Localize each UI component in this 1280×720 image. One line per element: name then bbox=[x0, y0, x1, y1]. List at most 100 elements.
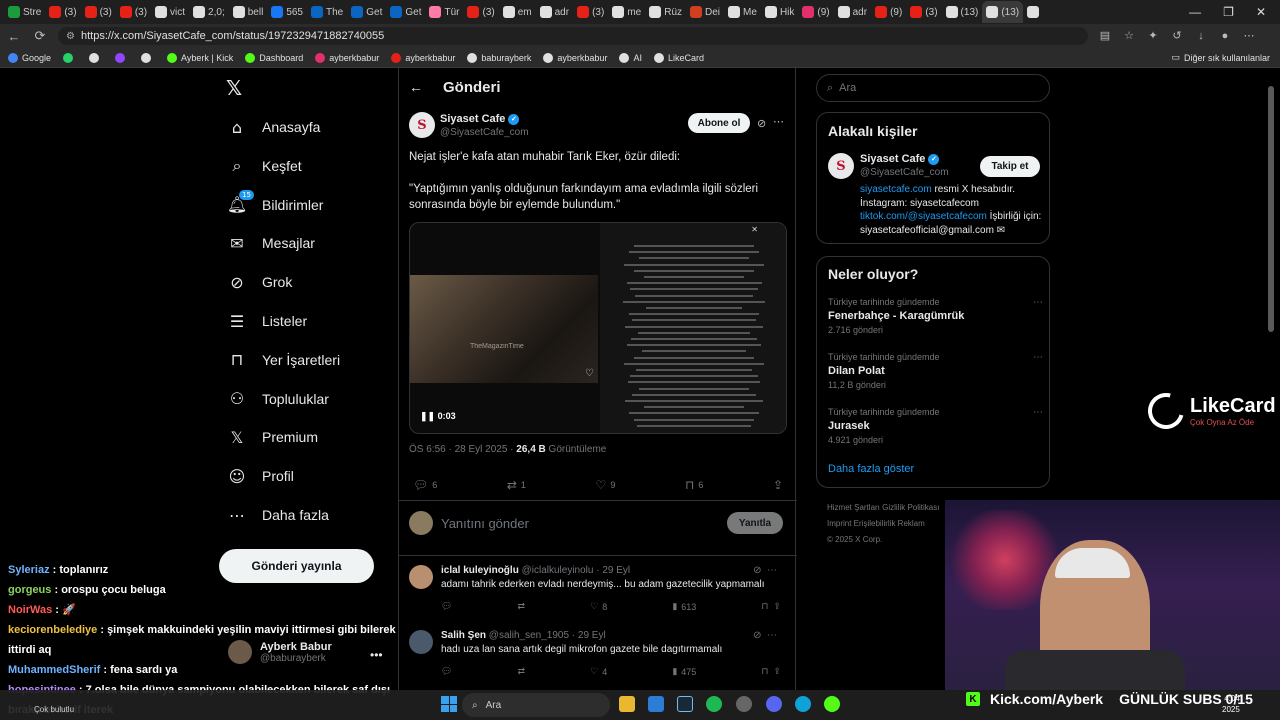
reply-icon[interactable]: 💬︎ bbox=[441, 666, 452, 677]
show-more-link[interactable]: Daha fazla göster bbox=[828, 463, 914, 475]
bookmark-item[interactable]: AI bbox=[619, 52, 642, 63]
subscribe-button[interactable]: Abone ol bbox=[688, 113, 750, 133]
maximize-icon[interactable]: ❐ bbox=[1223, 5, 1234, 19]
back-arrow-icon[interactable]: ← bbox=[409, 79, 423, 95]
nav-item[interactable]: ⌂ Anasayfa bbox=[226, 115, 320, 139]
trend-item[interactable]: Türkiye tarihinde gündemde Dilan Polat 11,… bbox=[828, 352, 1043, 390]
nav-item[interactable]: ⊓ Yer İşaretleri bbox=[226, 348, 340, 372]
bookmark-item[interactable]: Dashboard bbox=[245, 52, 303, 63]
pause-icon[interactable]: ❚❚ bbox=[420, 411, 435, 421]
trend-item[interactable]: Türkiye tarihinde gündemde Jurasek 4.921 g… bbox=[828, 407, 1043, 445]
nav-item[interactable]: ☰ Listeler bbox=[226, 309, 307, 333]
post-avatar[interactable]: S bbox=[409, 112, 435, 138]
reply-item[interactable]: iclal kuleyinoğlu @iclalkuleyinolu · 29 … bbox=[409, 565, 787, 625]
browser-tab[interactable]: Get bbox=[347, 1, 386, 23]
browser-tab[interactable]: Hik bbox=[761, 1, 798, 23]
browser-tab[interactable]: adr bbox=[536, 1, 573, 23]
related-avatar[interactable]: S bbox=[828, 153, 854, 179]
reader-icon[interactable]: ▤ bbox=[1098, 29, 1112, 43]
reply-button[interactable]: Yanıtla bbox=[727, 512, 783, 534]
spotify-icon[interactable] bbox=[706, 696, 722, 712]
footer-line[interactable]: © 2025 X Corp. bbox=[827, 532, 952, 548]
more-icon[interactable]: ⋯ bbox=[1033, 297, 1043, 308]
grok-icon[interactable]: ⊘ bbox=[757, 117, 766, 130]
browser-tab[interactable]: vict bbox=[151, 1, 189, 23]
reply-author[interactable]: Salih Şen bbox=[441, 630, 486, 641]
follow-button[interactable]: Takip et bbox=[980, 156, 1040, 177]
browser-tab[interactable]: Tür bbox=[425, 1, 463, 23]
browser-tab[interactable]: bell bbox=[229, 1, 268, 23]
bookmark-icon[interactable]: ⊓ ⇪ bbox=[761, 601, 781, 612]
bio-link[interactable]: tiktok.com/@siyasetcafecom bbox=[860, 211, 987, 222]
bookmark-item[interactable] bbox=[115, 52, 129, 63]
store-icon[interactable] bbox=[648, 696, 664, 712]
more-icon[interactable]: ⋯ bbox=[1033, 407, 1043, 418]
bookmark-item[interactable]: baburayberk bbox=[467, 52, 531, 63]
like-action[interactable]: ♡ 9 bbox=[596, 478, 616, 492]
reply-author[interactable]: iclal kuleyinoğlu bbox=[441, 565, 519, 576]
related-name[interactable]: Siyaset Cafe ✓ bbox=[860, 153, 940, 165]
browser-tab[interactable]: (3) bbox=[81, 1, 116, 23]
bookmark-item[interactable]: ayberkbabur bbox=[315, 52, 379, 63]
reload-icon[interactable]: ⟳ bbox=[32, 28, 48, 44]
nav-item[interactable]: 🔔︎ 15 Bildirimler bbox=[226, 189, 323, 217]
avatar[interactable] bbox=[409, 630, 433, 654]
bookmark-item[interactable]: LikeCard bbox=[653, 52, 704, 63]
browser-tab[interactable]: adr bbox=[834, 1, 871, 23]
reply-input[interactable]: Yanıtını gönder bbox=[441, 516, 529, 531]
more-icon[interactable]: ⊘ ⋯ bbox=[753, 630, 777, 641]
discord-icon[interactable] bbox=[766, 696, 782, 712]
nav-item[interactable]: ⊘ Grok bbox=[226, 270, 292, 294]
history-icon[interactable]: ↺ bbox=[1170, 29, 1184, 43]
footer-line[interactable]: Imprint Erişilebilirlik Reklam bbox=[827, 516, 952, 532]
bio-link[interactable]: siyasetcafe.com bbox=[860, 184, 932, 195]
scrollbar[interactable] bbox=[1268, 86, 1274, 332]
more-icon[interactable]: ⊘ ⋯ bbox=[753, 565, 777, 576]
settings-icon[interactable] bbox=[736, 696, 752, 712]
extensions-icon[interactable]: ✦ bbox=[1146, 29, 1160, 43]
browser-tab[interactable]: (3) bbox=[45, 1, 80, 23]
browser-tab[interactable] bbox=[1023, 1, 1046, 23]
nav-item[interactable]: ⌕ Keşfet bbox=[226, 154, 302, 178]
browser-tab[interactable]: Get bbox=[386, 1, 425, 23]
bookmark-item[interactable]: Ayberk | Kick bbox=[167, 52, 233, 63]
bookmark-item[interactable] bbox=[141, 52, 155, 63]
download-icon[interactable]: ↓ bbox=[1194, 29, 1208, 43]
back-icon[interactable]: ← bbox=[6, 29, 22, 44]
repost-icon[interactable]: ⇄ bbox=[518, 601, 526, 612]
taskbar-search[interactable]: ⌕ Ara bbox=[462, 693, 610, 717]
browser-tab[interactable]: Dei bbox=[686, 1, 724, 23]
share-action[interactable]: ⇪ bbox=[773, 478, 783, 492]
url-field[interactable]: ⚙ https://x.com/SiyasetCafe_com/status/1… bbox=[58, 27, 1088, 45]
post-author[interactable]: Siyaset Cafe ✓ bbox=[440, 113, 520, 125]
browser-tab[interactable]: me bbox=[608, 1, 645, 23]
browser-tab[interactable]: 2,0; bbox=[189, 1, 229, 23]
bookmark-icon[interactable]: ⊓ ⇪ bbox=[761, 666, 781, 677]
file-explorer-icon[interactable] bbox=[619, 696, 635, 712]
minimize-icon[interactable]: — bbox=[1189, 5, 1201, 19]
avatar[interactable] bbox=[409, 565, 433, 589]
browser-tab[interactable]: (3) bbox=[463, 1, 498, 23]
browser-tab[interactable]: 565 bbox=[267, 1, 307, 23]
close-icon[interactable]: ✕ bbox=[1256, 5, 1266, 19]
search-input[interactable]: ⌕ Ara bbox=[816, 74, 1050, 102]
footer-line[interactable]: Hizmet Şartları Gizlilik Politikası bbox=[827, 500, 952, 516]
favorite-icon[interactable]: ☆ bbox=[1122, 29, 1136, 43]
other-bookmarks[interactable]: ▭ Diğer sık kullanılanlar bbox=[1171, 52, 1280, 63]
nav-item[interactable]: ☺ Profil bbox=[226, 464, 294, 488]
post-timestamp[interactable]: ÖS 6:56 · 28 Eyl 2025 · bbox=[409, 444, 514, 455]
post-handle[interactable]: @SiyasetCafe_com bbox=[440, 127, 529, 138]
bookmark-action[interactable]: ⊓ 6 bbox=[685, 478, 703, 492]
more-icon[interactable]: ⋯ bbox=[1033, 352, 1043, 363]
bookmark-item[interactable]: Google bbox=[8, 52, 51, 63]
nav-item[interactable]: ✉ Mesajlar bbox=[226, 231, 315, 255]
browser-tab[interactable]: Rüz bbox=[645, 1, 686, 23]
video-player[interactable]: TheMagazinTime ♡ bbox=[410, 275, 598, 383]
nav-item[interactable]: ⚇ Topluluklar bbox=[226, 387, 329, 411]
like-action[interactable]: ♡ 4 bbox=[590, 666, 607, 677]
browser-tab[interactable]: The bbox=[307, 1, 347, 23]
browser-tab[interactable]: (3) bbox=[116, 1, 151, 23]
profile-icon[interactable]: ● bbox=[1218, 29, 1232, 43]
browser-tab[interactable]: (3) bbox=[573, 1, 608, 23]
browser-tab[interactable]: Me bbox=[724, 1, 761, 23]
